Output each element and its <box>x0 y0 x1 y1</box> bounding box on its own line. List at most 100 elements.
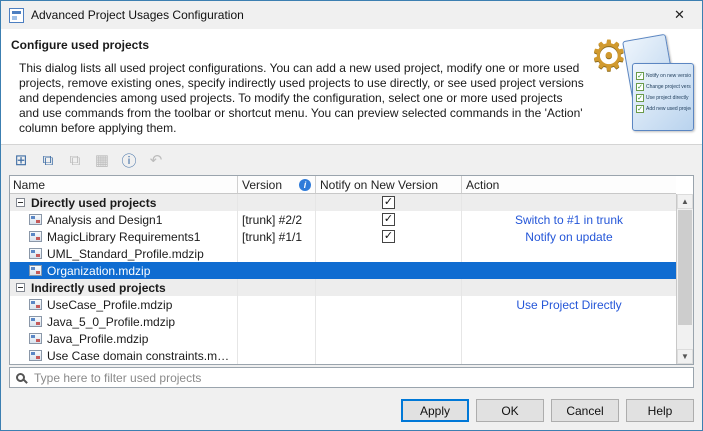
undo-icon[interactable]: ↶ <box>146 150 166 170</box>
version-cell <box>238 245 316 262</box>
button-bar: Apply OK Cancel Help <box>1 399 702 430</box>
info-icon[interactable]: ⓘ <box>119 150 139 170</box>
action-link[interactable]: Use Project Directly <box>516 298 621 312</box>
check-icon: ✓ <box>636 83 644 91</box>
scrollbar-track[interactable] <box>677 209 693 349</box>
name-cell: MagicLibrary Requirements1 <box>10 228 238 245</box>
notify-checkbox[interactable]: ✓ <box>382 196 395 209</box>
project-icon <box>29 316 42 327</box>
table-body: Directly used projects✓Analysis and Desi… <box>10 194 676 364</box>
close-icon[interactable]: ✕ <box>657 1 702 29</box>
column-version[interactable]: Version i <box>238 176 316 193</box>
notify-cell <box>316 313 462 330</box>
action-cell: Switch to #1 in trunk <box>462 211 676 228</box>
project-row[interactable]: Use Case domain constraints.mdzip <box>10 347 676 364</box>
vertical-scrollbar[interactable]: ▲ ▼ <box>676 194 693 364</box>
collapse-toggle-icon[interactable] <box>16 198 25 207</box>
apply-button[interactable]: Apply <box>401 399 469 422</box>
action-cell <box>462 330 676 347</box>
project-row[interactable]: Java_Profile.mdzip <box>10 330 676 347</box>
page-title: Configure used projects <box>11 38 584 52</box>
gear-icon: ⚙ <box>590 35 628 77</box>
group-row[interactable]: Directly used projects✓ <box>10 194 676 211</box>
version-cell <box>238 296 316 313</box>
notify-cell: ✓ <box>316 228 462 245</box>
version-cell <box>238 262 316 279</box>
check-icon: ✓ <box>636 94 644 102</box>
advanced-project-usages-dialog: Advanced Project Usages Configuration ✕ … <box>0 0 703 431</box>
notify-checkbox[interactable]: ✓ <box>382 213 395 226</box>
action-cell <box>462 279 676 296</box>
art-check-label: Change project version <box>646 84 691 90</box>
scroll-down-icon[interactable]: ▼ <box>677 349 693 364</box>
action-link[interactable]: Switch to #1 in trunk <box>515 213 623 227</box>
column-notify-label: Notify on New Version <box>320 178 438 192</box>
project-icon <box>29 350 42 361</box>
search-icon <box>16 373 25 382</box>
name-cell: Indirectly used projects <box>10 279 238 296</box>
notify-checkbox[interactable]: ✓ <box>382 230 395 243</box>
name-cell: Java_Profile.mdzip <box>10 330 238 347</box>
project-row[interactable]: UseCase_Profile.mdzipUse Project Directl… <box>10 296 676 313</box>
scrollbar-thumb[interactable] <box>678 210 692 325</box>
version-info-icon[interactable]: i <box>299 179 311 191</box>
art-check-item: ✓Use project directly <box>636 94 691 102</box>
check-icon: ✓ <box>636 105 644 113</box>
project-icon <box>29 231 42 242</box>
use-project-icon[interactable]: ⧉ <box>38 150 58 170</box>
action-cell <box>462 347 676 364</box>
version-cell <box>238 347 316 364</box>
add-used-project-icon[interactable]: ⊞ <box>11 150 31 170</box>
notify-cell <box>316 296 462 313</box>
cancel-button[interactable]: Cancel <box>551 399 619 422</box>
version-cell <box>238 194 316 211</box>
filter-bar <box>9 367 694 388</box>
project-icon <box>29 214 42 225</box>
action-cell <box>462 313 676 330</box>
art-check-label: Use project directly <box>646 95 689 101</box>
action-cell <box>462 245 676 262</box>
project-dependencies-icon[interactable]: ▦ <box>92 150 112 170</box>
notify-cell: ✓ <box>316 211 462 228</box>
project-icon <box>29 333 42 344</box>
project-row[interactable]: MagicLibrary Requirements1[trunk] #1/1✓N… <box>10 228 676 245</box>
column-action-label: Action <box>466 178 499 192</box>
column-action[interactable]: Action <box>462 176 676 193</box>
action-cell: Use Project Directly <box>462 296 676 313</box>
row-label: Organization.mdzip <box>47 264 150 278</box>
row-label: Analysis and Design1 <box>47 213 162 227</box>
filter-input[interactable] <box>32 370 687 386</box>
notify-cell <box>316 347 462 364</box>
row-label: UML_Standard_Profile.mdzip <box>47 247 204 261</box>
notify-cell <box>316 245 462 262</box>
project-icon <box>29 299 42 310</box>
action-cell <box>462 262 676 279</box>
used-projects-table: Name Version i Notify on New Version Act… <box>9 175 694 365</box>
version-cell <box>238 313 316 330</box>
row-label: MagicLibrary Requirements1 <box>47 230 200 244</box>
app-icon <box>9 8 24 23</box>
help-button[interactable]: Help <box>626 399 694 422</box>
ok-button[interactable]: OK <box>476 399 544 422</box>
action-cell <box>462 194 676 211</box>
group-row[interactable]: Indirectly used projects <box>10 279 676 296</box>
project-row[interactable]: UML_Standard_Profile.mdzip <box>10 245 676 262</box>
notify-cell: ✓ <box>316 194 462 211</box>
collapse-toggle-icon[interactable] <box>16 283 25 292</box>
row-label: Java_Profile.mdzip <box>47 332 148 346</box>
column-name[interactable]: Name <box>10 176 238 193</box>
scroll-up-icon[interactable]: ▲ <box>677 194 693 209</box>
project-icon <box>29 248 42 259</box>
project-row[interactable]: Java_5_0_Profile.mdzip <box>10 313 676 330</box>
project-row[interactable]: Analysis and Design1[trunk] #2/2✓Switch … <box>10 211 676 228</box>
art-check-label: Add new used project <box>646 106 691 112</box>
column-notify[interactable]: Notify on New Version <box>316 176 462 193</box>
row-label: Java_5_0_Profile.mdzip <box>47 315 175 329</box>
action-link[interactable]: Notify on update <box>525 230 612 244</box>
project-row[interactable]: Organization.mdzip <box>10 262 676 279</box>
copy-icon[interactable]: ⧉ <box>65 150 85 170</box>
name-cell: Organization.mdzip <box>10 262 238 279</box>
window-title: Advanced Project Usages Configuration <box>31 8 244 22</box>
toolbar: ⊞ ⧉ ⧉ ▦ ⓘ ↶ <box>1 145 702 173</box>
titlebar: Advanced Project Usages Configuration ✕ <box>1 1 702 29</box>
